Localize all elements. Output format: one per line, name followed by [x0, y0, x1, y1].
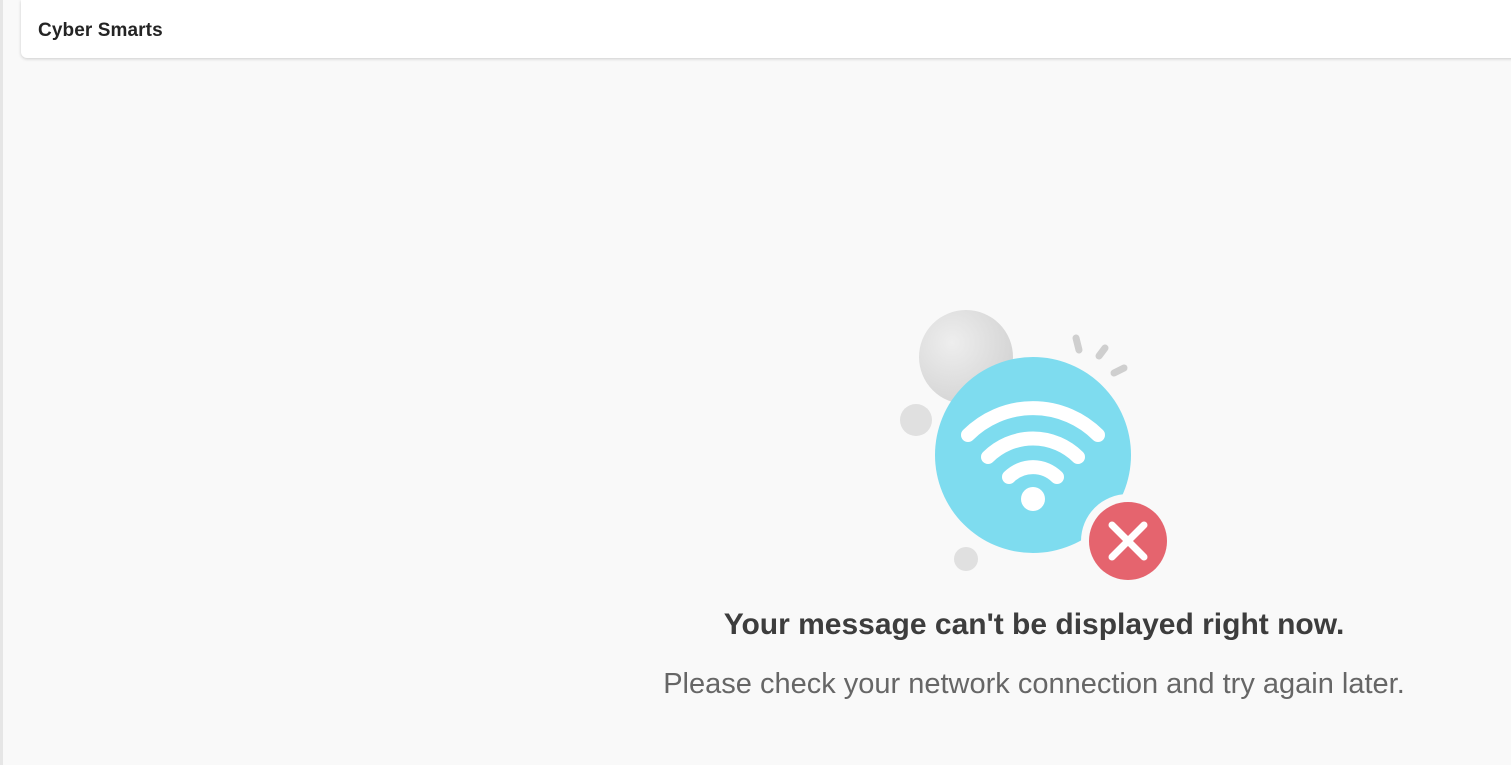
- wifi-dot: [1021, 487, 1045, 511]
- error-subtitle: Please check your network connection and…: [663, 668, 1405, 700]
- decor-circle-left: [900, 404, 932, 436]
- wifi-error-graphic: [900, 310, 1175, 588]
- network-error-illustration: [893, 305, 1183, 590]
- app-window: Cyber Smarts Your message can't be displ…: [0, 0, 1511, 765]
- error-title: Your message can't be displayed right no…: [723, 608, 1345, 641]
- header-bar: Cyber Smarts: [21, 0, 1511, 58]
- app-title: Cyber Smarts: [38, 20, 163, 41]
- sparkle-lines: [1072, 334, 1128, 377]
- decor-circle-bottom: [954, 547, 978, 571]
